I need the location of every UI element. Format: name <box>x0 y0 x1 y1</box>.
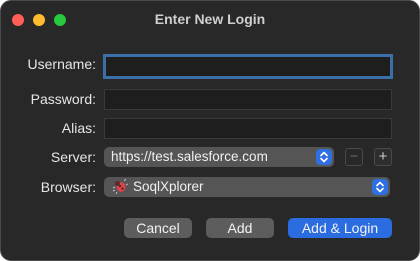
titlebar: Enter New Login <box>1 1 419 39</box>
password-field[interactable] <box>104 89 392 110</box>
alias-field[interactable] <box>104 118 392 139</box>
add-server-button[interactable]: + <box>374 148 392 166</box>
cancel-button[interactable]: Cancel <box>124 218 192 238</box>
browser-label: Browser: <box>40 179 96 195</box>
soqlxplorer-bug-icon <box>112 178 129 195</box>
browser-select-value: SoqlXplorer <box>133 179 204 194</box>
password-label: Password: <box>30 91 96 107</box>
server-select[interactable]: https://test.salesforce.com <box>104 147 334 167</box>
remove-server-button[interactable]: − <box>345 148 363 166</box>
chevron-up-down-icon <box>316 149 332 165</box>
add-button[interactable]: Add <box>206 218 274 238</box>
username-label: Username: <box>27 56 96 72</box>
server-label: Server: <box>50 149 96 165</box>
username-field[interactable] <box>103 54 393 79</box>
server-select-value: https://test.salesforce.com <box>111 149 268 164</box>
chevron-up-down-icon <box>372 179 388 195</box>
add-and-login-button[interactable]: Add & Login <box>288 218 392 238</box>
browser-select[interactable]: SoqlXplorer <box>104 177 390 197</box>
enter-new-login-window: Enter New Login Username: Password: Alia… <box>0 0 420 261</box>
window-title: Enter New Login <box>154 11 266 27</box>
alias-label: Alias: <box>61 120 96 136</box>
